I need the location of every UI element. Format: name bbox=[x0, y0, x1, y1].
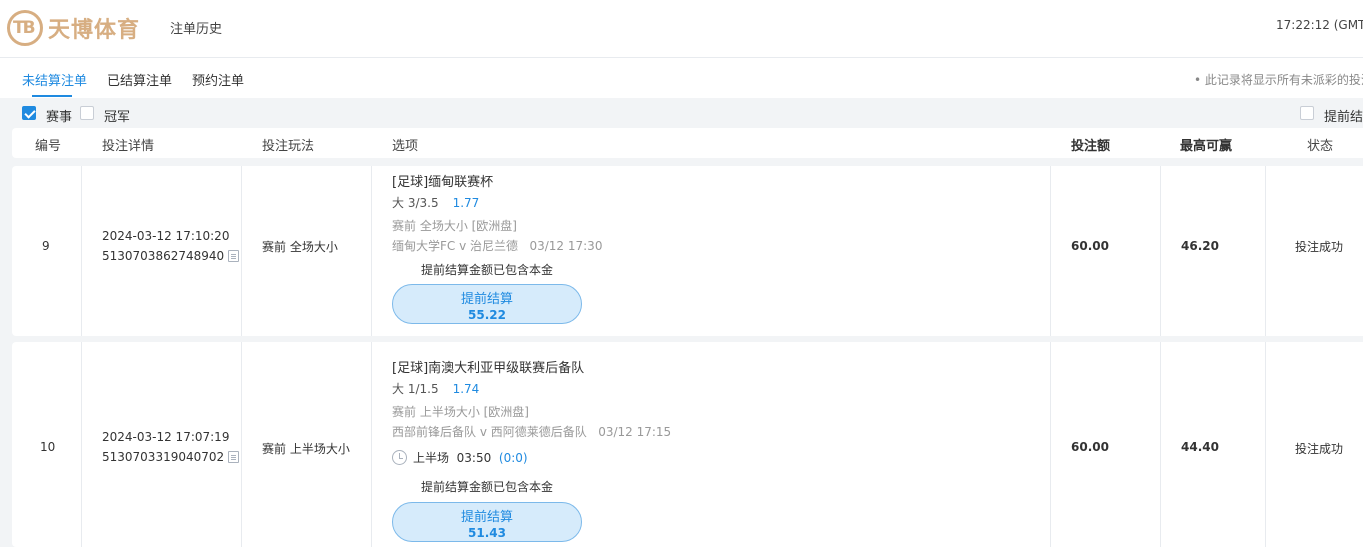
cashout-filter-label: 提前结算 bbox=[1324, 110, 1363, 125]
column-divider bbox=[371, 342, 372, 547]
col-status: 状态 bbox=[1307, 139, 1334, 154]
column-divider bbox=[81, 342, 82, 547]
league-name: [足球]缅甸联赛杯 bbox=[392, 175, 494, 190]
stake-amount: 60.00 bbox=[1071, 239, 1109, 253]
match-teams: 西部前锋后备队 v 西阿德莱德后备队 bbox=[392, 425, 587, 439]
event-filter-label: 赛事 bbox=[46, 110, 73, 125]
column-divider bbox=[241, 342, 242, 547]
table-row: 10 2024-03-12 17:07:19 5130703319040702 … bbox=[12, 342, 1363, 547]
bet-id-line: 5130703319040702 bbox=[102, 450, 240, 464]
col-max-win: 最高可赢 bbox=[1180, 139, 1233, 154]
col-bet-type: 投注玩法 bbox=[262, 139, 315, 154]
selection-odds: 1.77 bbox=[452, 196, 480, 210]
clock-icon bbox=[392, 450, 407, 465]
copy-icon[interactable] bbox=[228, 250, 240, 262]
match-line: 缅甸大学FC v 治尼兰德 03/12 17:30 bbox=[392, 237, 602, 254]
col-number: 编号 bbox=[35, 139, 62, 154]
active-tab-indicator bbox=[32, 95, 72, 97]
selection-line: 大 1/1.5 1.74 bbox=[392, 380, 479, 397]
selection-line: 大 3/3.5 1.77 bbox=[392, 194, 479, 211]
bet-id: 5130703319040702 bbox=[102, 450, 225, 464]
column-divider bbox=[81, 166, 82, 336]
selection-pick: 大 1/1.5 bbox=[392, 382, 439, 396]
col-selection: 选项 bbox=[392, 139, 419, 154]
bet-datetime: 2024-03-12 17:10:20 bbox=[102, 229, 230, 243]
tab-unsettled[interactable]: 未结算注单 bbox=[22, 70, 87, 89]
match-time: 03/12 17:15 bbox=[598, 425, 672, 439]
market-info: 赛前 上半场大小 [欧洲盘] bbox=[392, 405, 529, 419]
league-name: [足球]南澳大利亚甲级联赛后备队 bbox=[392, 361, 585, 376]
table-row: 9 2024-03-12 17:10:20 5130703862748940 赛… bbox=[12, 166, 1363, 336]
cashout-label: 提前结算 bbox=[460, 292, 513, 307]
match-time: 03/12 17:30 bbox=[529, 239, 603, 253]
bet-id: 5130703862748940 bbox=[102, 249, 225, 263]
filter-bar: 赛事 冠军 提前结算 bbox=[0, 98, 1363, 128]
column-divider bbox=[241, 166, 242, 336]
column-divider bbox=[1050, 342, 1051, 547]
cashout-label: 提前结算 bbox=[460, 510, 513, 525]
outright-checkbox[interactable] bbox=[80, 106, 94, 120]
bet-id-line: 5130703862748940 bbox=[102, 249, 240, 263]
bet-status: 投注成功 bbox=[1295, 240, 1344, 254]
max-win-amount: 46.20 bbox=[1181, 239, 1219, 253]
col-bet-details: 投注详情 bbox=[102, 139, 155, 154]
current-time: 17:22:12 (GMT+8 bbox=[1276, 18, 1363, 32]
bet-status: 投注成功 bbox=[1295, 442, 1344, 456]
column-divider bbox=[1160, 342, 1161, 547]
unsettled-note: • 此记录将显示所有未派彩的投注 bbox=[1194, 73, 1363, 87]
column-divider bbox=[1160, 166, 1161, 336]
tab-settled[interactable]: 已结算注单 bbox=[107, 70, 172, 89]
brand-logo[interactable]: 天博体育 bbox=[7, 9, 140, 47]
match-line: 西部前锋后备队 v 西阿德莱德后备队 03/12 17:15 bbox=[392, 423, 671, 440]
match-teams: 缅甸大学FC v 治尼兰德 bbox=[392, 239, 519, 253]
page-title: 注单历史 bbox=[170, 22, 223, 37]
bet-datetime: 2024-03-12 17:07:19 bbox=[102, 430, 230, 444]
bet-type: 赛前 上半场大小 bbox=[262, 442, 350, 456]
cashout-button[interactable]: 提前结算 55.22 bbox=[392, 284, 582, 324]
selection-odds: 1.74 bbox=[452, 382, 480, 396]
column-divider bbox=[371, 166, 372, 336]
tab-reserved[interactable]: 预约注单 bbox=[192, 70, 244, 89]
bet-number: 10 bbox=[40, 440, 56, 454]
cashout-button[interactable]: 提前结算 51.43 bbox=[392, 502, 582, 542]
column-divider bbox=[1050, 166, 1051, 336]
selection-pick: 大 3/3.5 bbox=[392, 196, 439, 210]
table-header: 编号 投注详情 投注玩法 选项 投注额 最高可赢 状态 bbox=[12, 128, 1363, 158]
column-divider bbox=[1265, 166, 1266, 336]
column-divider bbox=[1265, 342, 1266, 547]
live-clock: 03:50 bbox=[456, 451, 492, 465]
cashout-value: 51.43 bbox=[468, 526, 506, 540]
bet-tabs: 未结算注单 已结算注单 预约注单 • 此记录将显示所有未派彩的投注 bbox=[0, 58, 1363, 98]
max-win-amount: 44.40 bbox=[1181, 440, 1219, 454]
live-status-line: 上半场 03:50 (0:0) bbox=[392, 449, 528, 466]
brand-name: 天博体育 bbox=[48, 18, 141, 43]
bet-type: 赛前 全场大小 bbox=[262, 240, 338, 254]
logo-mark-icon bbox=[7, 10, 43, 46]
outright-filter-label: 冠军 bbox=[104, 110, 131, 125]
col-stake: 投注额 bbox=[1071, 139, 1111, 154]
stake-amount: 60.00 bbox=[1071, 440, 1109, 454]
cashout-value: 55.22 bbox=[468, 308, 506, 322]
bet-number: 9 bbox=[42, 239, 50, 253]
cashout-filter-checkbox[interactable] bbox=[1300, 106, 1314, 120]
market-info: 赛前 全场大小 [欧洲盘] bbox=[392, 219, 517, 233]
live-period: 上半场 bbox=[413, 451, 450, 465]
cashout-note: 提前结算金额已包含本金 bbox=[421, 480, 554, 494]
cashout-note: 提前结算金额已包含本金 bbox=[421, 263, 554, 277]
live-score: (0:0) bbox=[498, 451, 528, 465]
top-bar: 天博体育 注单历史 17:22:12 (GMT+8 bbox=[0, 0, 1363, 58]
copy-icon[interactable] bbox=[228, 451, 240, 463]
event-checkbox[interactable] bbox=[22, 106, 36, 120]
